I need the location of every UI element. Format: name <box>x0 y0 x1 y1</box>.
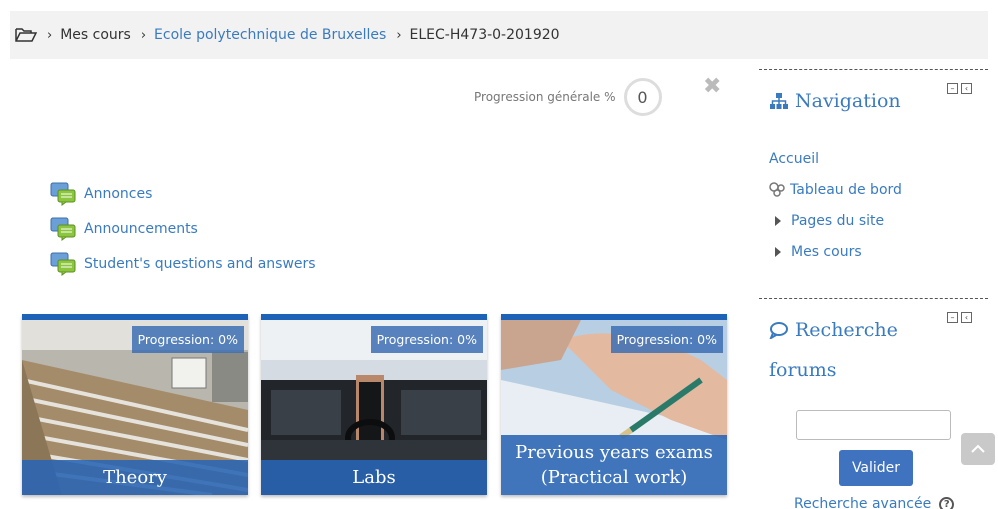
forum-item-annonces[interactable]: Annonces <box>50 176 316 211</box>
breadcrumb-course-code: ELEC-H473-0-201920 <box>409 27 560 43</box>
help-icon[interactable]: ? <box>939 496 955 509</box>
general-progress: Progression générale % 0 <box>474 78 662 116</box>
nav-item-pages-du-site[interactable]: Pages du site <box>769 205 902 236</box>
tile-title: Previous years exams (Practical work) <box>501 435 727 495</box>
search-forums-title-line2: forums <box>769 359 837 381</box>
chevron-right-icon: › <box>47 27 53 43</box>
forum-link[interactable]: Announcements <box>84 221 198 237</box>
tile-title-line: (Practical work) <box>540 467 688 488</box>
scroll-to-top-button[interactable] <box>961 433 995 465</box>
search-forums-title-line1: Recherche <box>795 319 898 341</box>
navigation-list: Accueil Tableau de bord Pages du site Me… <box>769 143 902 267</box>
nav-item-label[interactable]: Accueil <box>769 151 819 167</box>
search-forums-input[interactable] <box>796 410 951 440</box>
forum-item-announcements[interactable]: Announcements <box>50 211 316 246</box>
sitemap-icon <box>770 93 788 109</box>
nav-item-label[interactable]: Pages du site <box>791 213 884 229</box>
forum-item-questions[interactable]: Student's questions and answers <box>50 246 316 281</box>
dock-icon[interactable]: ‹ <box>961 312 972 323</box>
forum-link[interactable]: Annonces <box>84 186 152 202</box>
tile-title: Labs <box>261 460 487 495</box>
breadcrumb-mes-cours[interactable]: Mes cours <box>60 27 131 43</box>
caret-right-icon <box>775 246 781 257</box>
chevron-right-icon: › <box>140 27 147 43</box>
section-tile-previous-exams[interactable]: Progression: 0% Previous years exams (Pr… <box>501 314 727 495</box>
nav-item-label[interactable]: Tableau de bord <box>790 182 902 198</box>
nav-item-mes-cours[interactable]: Mes cours <box>769 236 902 267</box>
forum-icon <box>50 182 76 206</box>
tile-title: Theory <box>22 460 248 495</box>
breadcrumb: › Mes cours › Ecole polytechnique de Bru… <box>10 11 988 59</box>
navigation-block: – ‹ Navigation Accueil Tableau de bord P… <box>759 69 988 289</box>
block-controls: – ‹ <box>947 312 972 323</box>
collapse-icon[interactable]: – <box>947 83 958 94</box>
forum-icon <box>50 217 76 241</box>
forum-icon <box>50 252 76 276</box>
search-forums-title: Recherche <box>769 319 898 341</box>
forum-link[interactable]: Student's questions and answers <box>84 256 316 272</box>
progression-badge: Progression: 0% <box>370 326 483 353</box>
comment-search-icon <box>769 322 788 339</box>
section-tile-theory[interactable]: Progression: 0% Theory <box>22 314 248 495</box>
block-controls: – ‹ <box>947 83 972 94</box>
navigation-title-text: Navigation <box>795 90 901 112</box>
search-submit-button[interactable]: Valider <box>839 450 913 486</box>
progression-badge: Progression: 0% <box>610 326 723 353</box>
chevron-right-icon: › <box>396 27 402 43</box>
progression-badge: Progression: 0% <box>131 326 244 353</box>
section-tile-labs[interactable]: Progression: 0% Labs <box>261 314 487 495</box>
folder-open-icon[interactable] <box>15 27 37 43</box>
nav-item-tableau-de-bord[interactable]: Tableau de bord <box>769 174 902 205</box>
dashboard-icon <box>769 181 785 197</box>
breadcrumb-ecole-polytechnique[interactable]: Ecole polytechnique de Bruxelles <box>154 27 386 43</box>
navigation-title: Navigation <box>769 90 901 112</box>
nav-item-accueil[interactable]: Accueil <box>769 143 902 174</box>
forum-list: Annonces Announcements Student's questio… <box>50 176 316 281</box>
general-progress-circle: 0 <box>623 78 662 116</box>
tile-title-line: Previous years exams <box>515 442 713 463</box>
general-progress-label: Progression générale % <box>474 90 616 104</box>
close-icon[interactable]: ✖ <box>703 76 721 98</box>
advanced-search-label[interactable]: Recherche avancée <box>794 496 931 509</box>
advanced-search-link[interactable]: Recherche avancée ? <box>794 496 955 509</box>
caret-right-icon <box>775 215 781 226</box>
nav-item-label[interactable]: Mes cours <box>791 244 862 260</box>
collapse-icon[interactable]: – <box>947 312 958 323</box>
dock-icon[interactable]: ‹ <box>961 83 972 94</box>
chevron-up-icon <box>971 444 985 453</box>
